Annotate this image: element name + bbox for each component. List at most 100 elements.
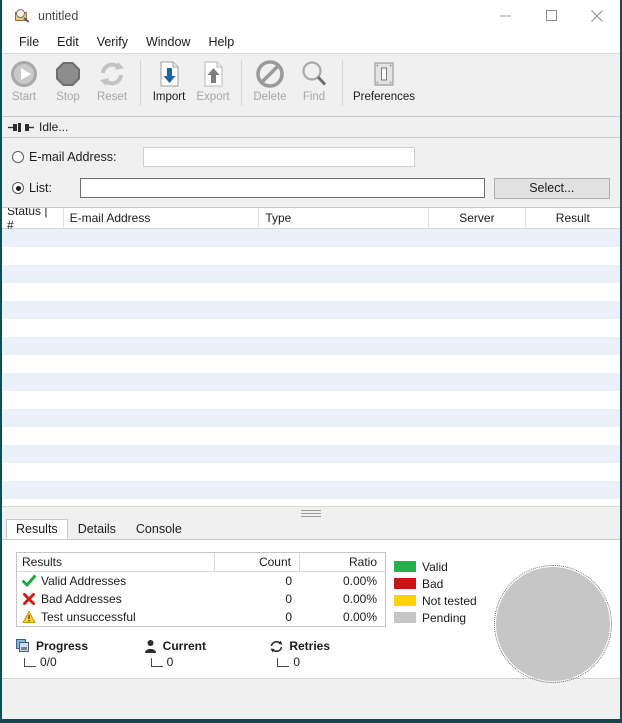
list-input[interactable]	[79, 178, 485, 198]
status-text: Idle...	[39, 120, 69, 134]
window-title: untitled	[38, 8, 79, 23]
import-label: Import	[152, 91, 186, 103]
light-switch-icon	[369, 58, 399, 90]
list-row[interactable]	[2, 319, 620, 337]
chart-legend: Valid Bad Not tested Pending	[394, 558, 477, 626]
stop-button[interactable]: Stop	[46, 58, 90, 110]
list-row[interactable]	[2, 427, 620, 445]
legend-swatch-pending	[394, 612, 416, 623]
menu-help[interactable]: Help	[199, 33, 243, 51]
person-icon	[143, 639, 158, 654]
column-header-server[interactable]: Server	[429, 208, 526, 228]
connector-plug-icon	[8, 122, 34, 133]
yellow-warning-icon	[22, 610, 36, 624]
address-list-view[interactable]: Status | # E-mail Address Type Server Re…	[2, 207, 620, 506]
minimize-icon[interactable]	[482, 0, 528, 31]
panel-splitter[interactable]	[2, 506, 620, 519]
stat-value-current: 0	[166, 655, 174, 669]
stop-label: Stop	[56, 91, 80, 103]
list-row[interactable]	[2, 283, 620, 301]
list-row[interactable]	[2, 445, 620, 463]
legend-item-not-tested: Not tested	[394, 592, 477, 609]
export-button[interactable]: Export	[191, 58, 235, 110]
email-address-label: E-mail Address:	[29, 150, 117, 164]
progress-stack-icon	[16, 638, 31, 654]
tab-results[interactable]: Results	[6, 519, 68, 539]
toolbar-divider-3	[342, 60, 343, 106]
list-row[interactable]	[2, 229, 620, 247]
list-row[interactable]	[2, 301, 620, 319]
reset-button[interactable]: Reset	[90, 58, 134, 110]
splitter-grip-icon	[301, 510, 321, 519]
import-button[interactable]: Import	[147, 58, 191, 110]
export-up-arrow-document-icon	[198, 58, 228, 90]
tab-console[interactable]: Console	[125, 519, 192, 539]
toolbar: Start Stop Reset Import Export Delete Fi…	[2, 53, 620, 117]
email-address-row: E-mail Address:	[12, 146, 610, 168]
stat-value-retries: 0	[293, 655, 301, 669]
close-icon[interactable]	[574, 0, 620, 31]
select-button[interactable]: Select...	[493, 177, 610, 199]
stat-retries: Retries 0	[269, 638, 396, 669]
start-button[interactable]: Start	[2, 58, 46, 110]
list-row[interactable]	[2, 373, 620, 391]
results-ratio-unsuccessful: 0.00%	[342, 610, 377, 624]
find-label: Find	[302, 91, 326, 103]
find-button[interactable]: Find	[292, 58, 336, 110]
mail-magnifier-icon	[14, 8, 30, 24]
red-cross-icon	[22, 592, 36, 606]
menu-verify[interactable]: Verify	[88, 33, 137, 51]
results-ratio-bad: 0.00%	[342, 592, 377, 606]
stop-octagon-icon	[53, 58, 83, 90]
bottom-tab-bar: Results Details Console	[2, 519, 620, 539]
list-row[interactable]	[2, 265, 620, 283]
results-count-unsuccessful: 0	[285, 610, 292, 624]
menu-file[interactable]: File	[10, 33, 48, 51]
email-address-input[interactable]	[142, 147, 415, 167]
menu-edit[interactable]: Edit	[48, 33, 88, 51]
column-header-result[interactable]: Result	[526, 208, 620, 228]
stat-label-progress: Progress	[36, 639, 89, 653]
preferences-button[interactable]: Preferences	[349, 58, 419, 110]
menu-window[interactable]: Window	[137, 33, 199, 51]
results-pie-chart	[494, 565, 612, 683]
stat-current: Current 0	[143, 638, 270, 669]
tab-details[interactable]: Details	[67, 519, 126, 539]
list-rows	[2, 229, 620, 506]
legend-label-pending: Pending	[422, 610, 467, 625]
results-header-count: Count	[215, 553, 300, 571]
magnifier-icon	[299, 58, 329, 90]
menu-bar: File Edit Verify Window Help	[2, 31, 620, 53]
legend-item-bad: Bad	[394, 575, 477, 592]
import-down-arrow-document-icon	[154, 58, 184, 90]
statistics-row: Progress 0/0 Current 0 Retries 0	[16, 638, 396, 669]
list-row[interactable]	[2, 409, 620, 427]
column-header-type[interactable]: Type	[259, 208, 430, 228]
legend-swatch-bad	[394, 578, 416, 589]
results-row-valid: Valid Addresses 0 0.00%	[17, 572, 385, 590]
column-header-email[interactable]: E-mail Address	[64, 208, 260, 228]
preferences-label: Preferences	[352, 91, 415, 103]
list-radio[interactable]	[12, 182, 24, 194]
column-header-status[interactable]: Status | #	[2, 208, 64, 232]
input-form: E-mail Address: List: Select...	[2, 138, 620, 207]
results-label-unsuccessful: Test unsuccessful	[41, 610, 136, 624]
pie-svg	[496, 567, 610, 681]
delete-button[interactable]: Delete	[248, 58, 292, 110]
export-label: Export	[196, 91, 230, 103]
list-row[interactable]	[2, 391, 620, 409]
list-row[interactable]	[2, 463, 620, 481]
list-row[interactable]	[2, 499, 620, 506]
status-strip: Idle...	[2, 117, 620, 138]
list-row[interactable]	[2, 355, 620, 373]
results-count-valid: 0	[285, 574, 292, 588]
legend-label-valid: Valid	[422, 559, 448, 574]
maximize-icon[interactable]	[528, 0, 574, 31]
list-row[interactable]	[2, 247, 620, 265]
list-row[interactable]	[2, 481, 620, 499]
results-row-unsuccessful: Test unsuccessful 0 0.00%	[17, 608, 385, 626]
list-row[interactable]	[2, 337, 620, 355]
legend-label-not-tested: Not tested	[422, 593, 477, 608]
email-address-radio[interactable]	[12, 151, 24, 163]
window-controls	[482, 0, 620, 31]
